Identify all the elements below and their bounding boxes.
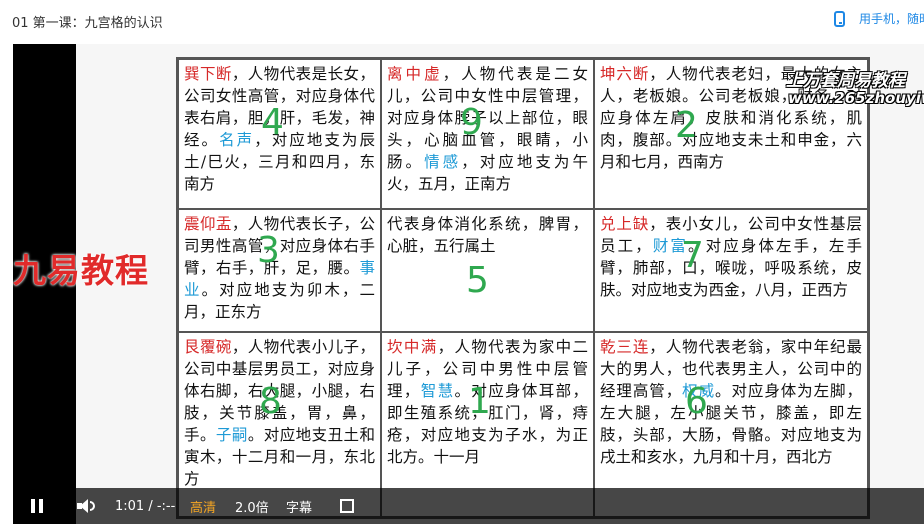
keyword: 情感 [424,153,462,171]
palace-number: 9 [460,102,483,143]
nine-palace-grid: 巽下断，人物代表是长女，公司女性高管，对应身体代表右肩，胆，肝，毛发，神经。名声… [176,57,870,519]
keyword: 智慧 [420,382,455,400]
grid-cell-li: 离中虚，人物代表是二女儿，公司中女性中层管理，对应身体脖子以上部位，眼头，心脑血… [381,59,594,209]
grid-cell-dui: 兑上缺，表小女儿，公司中女性基层员工，财富。对应身体左手，左手臂，肺部，口，喉咙… [594,209,868,332]
trigram-name: 坎中满 [387,338,438,356]
palace-number: 5 [466,260,489,301]
mobile-watch-label: 用手机，随时 [859,12,924,26]
subtitle-button[interactable]: 字幕 [286,488,312,524]
quality-button[interactable]: 高清 [190,488,216,524]
top-bar: 01 第一课：九宫格的认识 用手机，随时 [0,0,924,40]
grid-cell-center: 代表身体消化系统，脾胃，心脏，五行属土 5 [381,209,594,332]
video-player[interactable]: 巽下断，人物代表是长女，公司女性高管，对应身体代表右肩，胆，肝，毛发，神经。名声… [13,44,924,524]
player-controls: 1:01 / -:-- 高清 2.0倍 字幕 [13,488,924,524]
palace-number: 3 [257,230,280,271]
trigram-name: 巽下断 [184,65,232,83]
trigram-name: 震仰盂 [184,215,232,233]
palace-number: 1 [468,381,491,422]
mobile-watch-link[interactable]: 用手机，随时 [834,10,924,27]
palace-number: 4 [261,102,284,143]
trigram-name: 离中虚 [387,65,443,83]
trigram-name: 艮覆碗 [184,338,232,356]
palace-number: 6 [685,381,708,422]
volume-icon [77,498,95,514]
time-display: 1:01 / -:-- [115,498,176,514]
pause-button[interactable] [31,488,43,524]
trigram-name: 坤六断 [600,65,650,83]
fullscreen-icon [340,499,354,513]
keyword: 子嗣 [215,426,248,444]
keyword: 名声 [219,131,255,149]
video-frame[interactable]: 巽下断，人物代表是长女，公司女性高管，对应身体代表右肩，胆，肝，毛发，神经。名声… [76,44,924,524]
palace-number: 2 [675,105,698,146]
palace-number: 7 [681,235,704,276]
grid-cell-zhen: 震仰盂，人物代表长子，公司男性高管，对应身体右手臂，右手，肝，足，腰。事业。对应… [178,209,381,332]
fullscreen-button[interactable] [340,488,354,524]
watermark-title: 上万套周易教程 [786,71,905,91]
speed-button[interactable]: 2.0倍 [235,488,269,524]
cell-tail: 。对应地支为卯木，二月，正东方 [184,281,375,321]
trigram-name: 兑上缺 [600,215,650,233]
palace-number: 8 [259,381,282,422]
channel-logo: 九易教程 [13,251,149,290]
cell-text: 代表身体消化系统，脾胃，心脏，五行属土 [387,215,588,255]
trigram-name: 乾三连 [600,338,650,356]
pause-icon [31,499,43,513]
lesson-title: 01 第一课：九宫格的认识 [12,16,163,31]
phone-icon [834,10,845,27]
grid-cell-xun: 巽下断，人物代表是长女，公司女性高管，对应身体代表右肩，胆，肝，毛发，神经。名声… [178,59,381,209]
volume-button[interactable] [77,488,95,524]
watermark-url: www.265zhouyiw.com [788,89,924,107]
